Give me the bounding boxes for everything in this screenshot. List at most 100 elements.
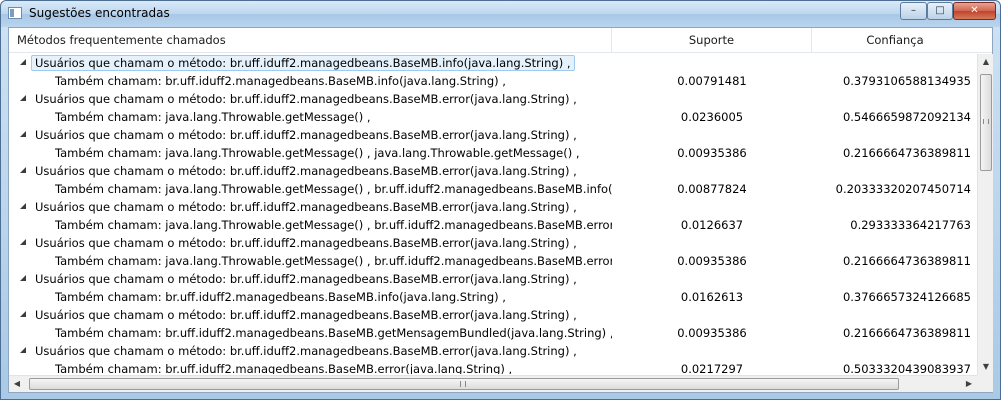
method-cell: Usuários que chamam o método: br.uff.idu… — [9, 234, 612, 252]
tree-parent-row[interactable]: Usuários que chamam o método: br.uff.idu… — [9, 54, 977, 72]
close-button[interactable]: ✕ — [953, 2, 996, 20]
method-cell: Usuários que chamam o método: br.uff.idu… — [9, 270, 612, 288]
method-text: Também chamam: java.lang.Throwable.getMe… — [55, 182, 612, 196]
method-cell: Também chamam: java.lang.Throwable.getMe… — [9, 252, 612, 270]
column-header-methods[interactable]: Métodos frequentemente chamados — [9, 28, 612, 53]
scroll-right-arrow-icon[interactable]: ▶ — [961, 376, 977, 392]
support-cell: 0.00791481 — [677, 74, 747, 88]
support-cell — [612, 198, 812, 216]
support-cell: 0.0217297 — [680, 362, 744, 374]
support-cell — [612, 306, 812, 324]
confidence-cell: 0.2166664736389811 — [842, 326, 971, 340]
confidence-cell — [812, 342, 977, 360]
column-header-confidence[interactable]: Confiança — [812, 28, 978, 53]
scrollbar-corner — [977, 375, 993, 392]
tree-child-row[interactable]: Também chamam: br.uff.iduff2.managedbean… — [9, 324, 977, 342]
support-cell: 0.0236005 — [680, 110, 744, 124]
support-cell — [612, 126, 812, 144]
tree-parent-row[interactable]: Usuários que chamam o método: br.uff.idu… — [9, 90, 977, 108]
confidence-cell: 0.3766657324126685 — [842, 290, 971, 304]
tree-parent-row[interactable]: Usuários que chamam o método: br.uff.idu… — [9, 270, 977, 288]
confidence-cell — [812, 90, 977, 108]
tree-parent-row[interactable]: Usuários que chamam o método: br.uff.idu… — [9, 162, 977, 180]
minimize-button[interactable]: – — [900, 2, 927, 20]
tree-child-row[interactable]: Também chamam: java.lang.Throwable.getMe… — [9, 216, 977, 234]
method-text: Também chamam: br.uff.iduff2.managedbean… — [55, 326, 612, 340]
support-cell: 0.00935386 — [677, 146, 747, 160]
tree-list-view: Métodos frequentemente chamados Suporte … — [8, 27, 993, 393]
tree-rows: Usuários que chamam o método: br.uff.idu… — [9, 54, 977, 374]
confidence-cell — [812, 198, 977, 216]
method-text: Usuários que chamam o método: br.uff.idu… — [35, 164, 577, 178]
tree-parent-row[interactable]: Usuários que chamam o método: br.uff.idu… — [9, 126, 977, 144]
method-text: Também chamam: java.lang.Throwable.getMe… — [55, 218, 612, 232]
method-cell: Usuários que chamam o método: br.uff.idu… — [9, 342, 612, 360]
tree-child-row[interactable]: Também chamam: java.lang.Throwable.getMe… — [9, 252, 977, 270]
confidence-cell: 0.293333364217763 — [850, 218, 971, 232]
support-cell — [612, 234, 812, 252]
support-cell — [612, 342, 812, 360]
tree-parent-row[interactable]: Usuários que chamam o método: br.uff.idu… — [9, 234, 977, 252]
method-cell: Usuários que chamam o método: br.uff.idu… — [9, 90, 612, 108]
support-cell — [612, 270, 812, 288]
method-text: Também chamam: java.lang.Throwable.getMe… — [55, 254, 612, 268]
support-cell: 0.0126637 — [680, 218, 744, 232]
method-cell: Também chamam: br.uff.iduff2.managedbean… — [9, 360, 612, 374]
horizontal-scrollbar[interactable]: ◀ ▶ — [9, 375, 977, 392]
confidence-cell — [812, 54, 977, 72]
confidence-cell — [812, 162, 977, 180]
tree-parent-row[interactable]: Usuários que chamam o método: br.uff.idu… — [9, 198, 977, 216]
confidence-cell: 0.20333320207450714 — [835, 182, 971, 196]
support-cell: 0.00877824 — [677, 182, 747, 196]
method-cell: Também chamam: br.uff.iduff2.managedbean… — [9, 288, 612, 306]
support-cell — [612, 162, 812, 180]
window-app-icon[interactable] — [8, 7, 22, 19]
method-text: Usuários que chamam o método: br.uff.idu… — [31, 55, 575, 71]
column-header-row: Métodos frequentemente chamados Suporte … — [9, 28, 992, 53]
scroll-up-arrow-icon[interactable]: ▲ — [978, 54, 994, 70]
method-text: Usuários que chamam o método: br.uff.idu… — [35, 272, 577, 286]
confidence-cell: 0.2166664736389811 — [842, 146, 971, 160]
method-cell: Usuários que chamam o método: br.uff.idu… — [9, 162, 612, 180]
method-text: Também chamam: br.uff.iduff2.managedbean… — [55, 290, 506, 304]
vertical-scroll-thumb[interactable] — [980, 74, 992, 171]
method-cell: Usuários que chamam o método: br.uff.idu… — [9, 54, 612, 72]
support-cell: 0.00935386 — [677, 254, 747, 268]
method-cell: Também chamam: br.uff.iduff2.managedbean… — [9, 72, 612, 90]
method-cell: Usuários que chamam o método: br.uff.idu… — [9, 126, 612, 144]
method-text: Também chamam: java.lang.Throwable.getMe… — [55, 110, 371, 124]
confidence-cell: 0.5466659872092134 — [842, 110, 971, 124]
method-text: Usuários que chamam o método: br.uff.idu… — [35, 344, 577, 358]
tree-child-row[interactable]: Também chamam: java.lang.Throwable.getMe… — [9, 108, 977, 126]
tree-child-row[interactable]: Também chamam: br.uff.iduff2.managedbean… — [9, 72, 977, 90]
method-cell: Também chamam: java.lang.Throwable.getMe… — [9, 144, 612, 162]
method-cell: Também chamam: java.lang.Throwable.getMe… — [9, 108, 612, 126]
method-text: Usuários que chamam o método: br.uff.idu… — [35, 200, 577, 214]
method-cell: Usuários que chamam o método: br.uff.idu… — [9, 306, 612, 324]
tree-parent-row[interactable]: Usuários que chamam o método: br.uff.idu… — [9, 306, 977, 324]
method-text: Usuários que chamam o método: br.uff.idu… — [35, 236, 577, 250]
scroll-down-arrow-icon[interactable]: ▼ — [978, 359, 994, 375]
tree-child-row[interactable]: Também chamam: br.uff.iduff2.managedbean… — [9, 288, 977, 306]
title-bar[interactable]: Sugestões encontradas – □ ✕ — [1, 1, 1000, 27]
horizontal-scroll-thumb[interactable] — [29, 378, 899, 390]
column-header-support[interactable]: Suporte — [612, 28, 812, 53]
tree-child-row[interactable]: Também chamam: java.lang.Throwable.getMe… — [9, 144, 977, 162]
tree-child-row[interactable]: Também chamam: br.uff.iduff2.managedbean… — [9, 360, 977, 374]
confidence-cell — [812, 126, 977, 144]
tree-parent-row[interactable]: Usuários que chamam o método: br.uff.idu… — [9, 342, 977, 360]
confidence-cell: 0.2166664736389811 — [842, 254, 971, 268]
support-cell — [612, 90, 812, 108]
method-text: Usuários que chamam o método: br.uff.idu… — [35, 92, 577, 106]
method-cell: Também chamam: java.lang.Throwable.getMe… — [9, 180, 612, 198]
method-text: Também chamam: br.uff.iduff2.managedbean… — [55, 74, 506, 88]
confidence-cell — [812, 234, 977, 252]
scroll-left-arrow-icon[interactable]: ◀ — [9, 376, 25, 392]
maximize-button[interactable]: □ — [927, 2, 953, 20]
method-text: Usuários que chamam o método: br.uff.idu… — [35, 128, 577, 142]
support-cell — [612, 54, 812, 72]
method-text: Também chamam: java.lang.Throwable.getMe… — [55, 146, 580, 160]
vertical-scrollbar[interactable]: ▲ ▼ — [977, 54, 993, 375]
suggestions-window: Sugestões encontradas – □ ✕ Métodos freq… — [0, 0, 1001, 400]
tree-child-row[interactable]: Também chamam: java.lang.Throwable.getMe… — [9, 180, 977, 198]
